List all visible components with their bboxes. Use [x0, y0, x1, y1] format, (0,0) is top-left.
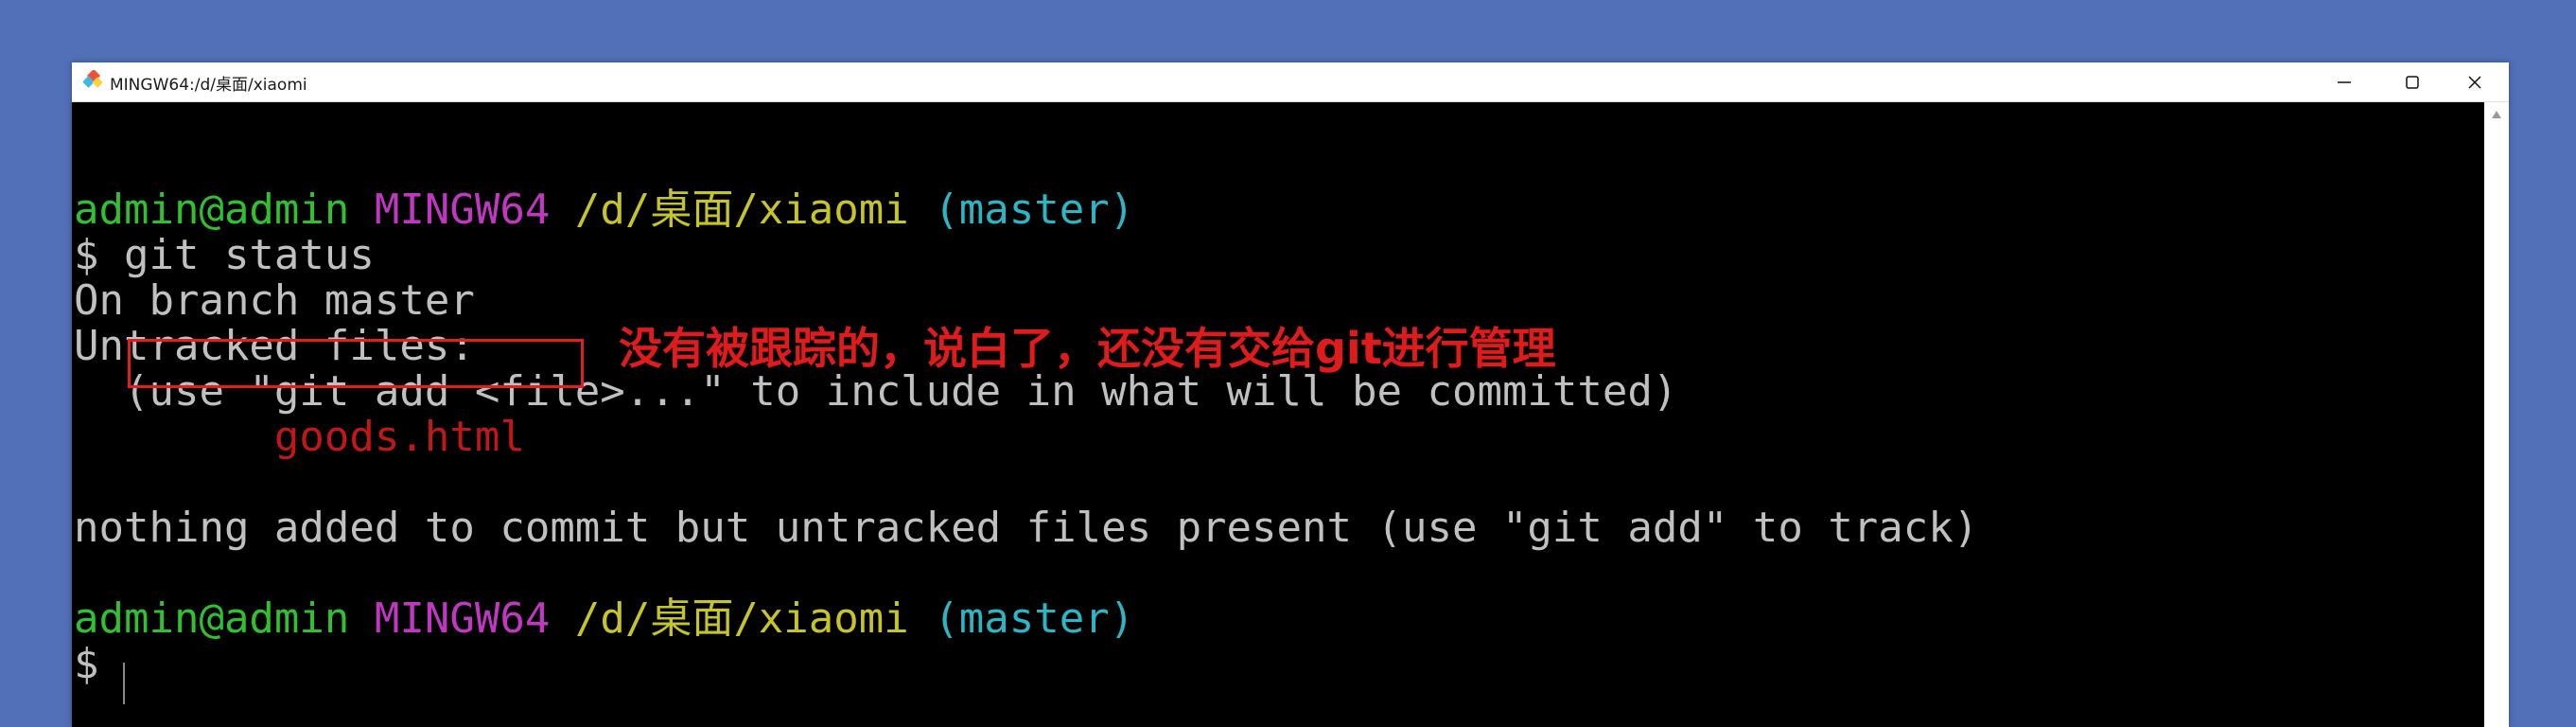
prompt-env: MINGW64: [374, 594, 551, 643]
branch-line: On branch master: [74, 276, 475, 325]
prompt-env: MINGW64: [374, 186, 551, 234]
maximize-icon: [2406, 76, 2419, 89]
close-button[interactable]: [2441, 62, 2509, 101]
prompt-line-2: admin@admin MINGW64 /d/桌面/xiaomi (master…: [74, 596, 1134, 642]
prompt-user: admin@admin: [74, 186, 350, 234]
prompt-user: admin@admin: [74, 594, 350, 643]
annotation-highlight-box: [128, 339, 584, 388]
title-bar[interactable]: MINGW64:/d/桌面/xiaomi: [72, 62, 2509, 102]
git-bash-icon: [82, 68, 104, 91]
prompt-branch: (master): [934, 186, 1135, 234]
scroll-up-icon[interactable]: [2491, 110, 2502, 119]
minimize-icon: [2338, 81, 2351, 83]
window-title: MINGW64:/d/桌面/xiaomi: [110, 76, 307, 95]
terminal-window: MINGW64:/d/桌面/xiaomi admin@admin MINGW64…: [72, 62, 2509, 727]
summary-line: nothing added to commit but untracked fi…: [74, 504, 1979, 552]
command-line: $ git status: [74, 231, 375, 279]
maximize-button[interactable]: [2378, 62, 2446, 101]
prompt-line-1: admin@admin MINGW64 /d/桌面/xiaomi (master…: [74, 187, 1134, 233]
prompt-path: /d/桌面/xiaomi: [574, 186, 909, 234]
input-prompt: $: [74, 640, 124, 688]
text-cursor: [123, 663, 125, 704]
prompt-branch: (master): [934, 594, 1135, 643]
minimize-button[interactable]: [2310, 62, 2378, 101]
annotation-text: 没有被跟踪的，说白了，还没有交给git进行管理: [619, 323, 1556, 374]
vertical-scrollbar[interactable]: [2484, 102, 2509, 727]
close-icon: [2468, 76, 2481, 89]
untracked-file: goods.html: [74, 413, 525, 461]
terminal-output[interactable]: admin@admin MINGW64 /d/桌面/xiaomi (master…: [72, 102, 2484, 727]
prompt-path: /d/桌面/xiaomi: [574, 594, 909, 643]
